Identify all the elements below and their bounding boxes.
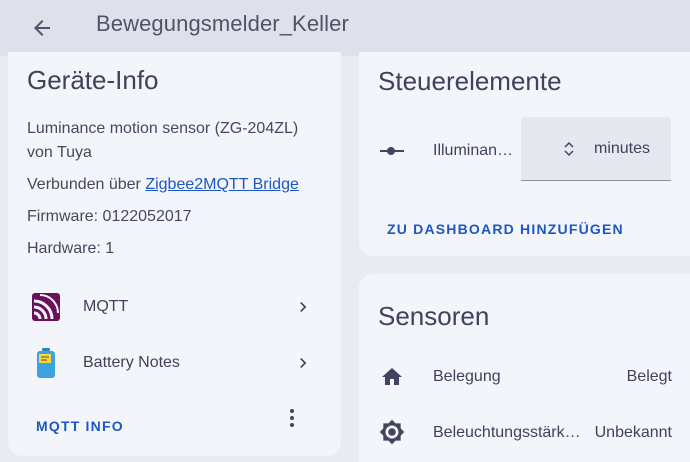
chevron-right-icon [293,297,313,317]
top-app-bar: Bewegungsmelder_Keller [0,0,690,56]
arrow-left-icon [34,20,50,36]
controls-card: Steuerelemente Illuminan… minutes ZU DAS… [359,52,690,256]
connected-via: Verbunden über Zigbee2MQTT Bridge [27,174,299,196]
device-info-card: Geräte-Info Luminance motion sensor (ZG-… [8,52,341,456]
connected-via-label: Verbunden über [27,176,146,193]
device-manufacturer: von Tuya [27,144,92,161]
more-options-button[interactable] [278,404,306,432]
zigbee2mqtt-bridge-link[interactable]: Zigbee2MQTT Bridge [145,176,299,193]
integration-row-mqtt[interactable]: MQTT [8,283,341,331]
device-info-title: Geräte-Info [27,65,159,95]
page-title: Bewegungsmelder_Keller [96,11,349,36]
slider-icon [379,138,405,164]
battery-notes-icon [32,348,60,378]
sensor-label: Belegung [433,368,501,385]
chevron-right-icon [293,353,313,373]
firmware-version: Firmware: 0122052017 [27,208,192,225]
dots-vertical-icon [290,409,294,427]
home-icon [379,364,405,390]
hardware-version: Hardware: 1 [27,240,115,257]
mqtt-info-button[interactable]: MQTT INFO [36,418,124,434]
sensor-value: Belegt [626,368,672,385]
sensor-value: Unbekannt [594,424,672,441]
integration-label-mqtt: MQTT [83,298,129,315]
brightness-icon [379,419,405,445]
device-model: Luminance motion sensor (ZG-204ZL) [27,120,299,137]
integration-row-battery-notes[interactable]: Battery Notes [8,339,341,387]
spinner-icon[interactable] [561,139,577,159]
integration-label-battery-notes: Battery Notes [83,354,180,371]
unit-label: minutes [594,140,651,157]
sensors-title: Sensoren [378,301,490,331]
add-to-dashboard-button[interactable]: ZU DASHBOARD HINZUFÜGEN [387,221,624,237]
mqtt-icon [32,292,60,322]
sensor-label: Beleuchtungsstärk… [433,424,581,441]
sensors-card: Sensoren Belegung Belegt Beleuchtungsstä… [359,274,690,462]
illuminance-number-input[interactable]: minutes [521,117,671,181]
illuminance-control-label[interactable]: Illuminan… [433,142,513,160]
controls-title: Steuerelemente [378,66,562,96]
back-button[interactable] [22,8,62,48]
